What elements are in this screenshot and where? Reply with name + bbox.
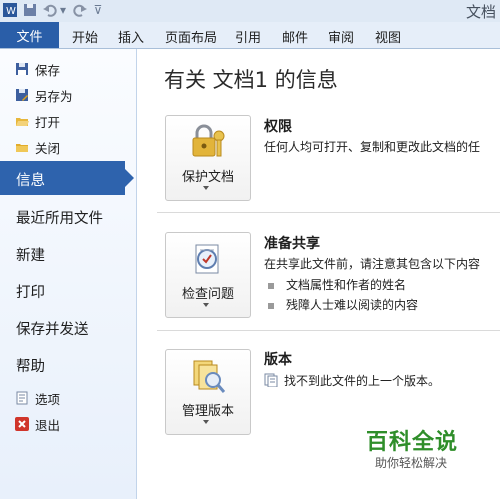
- nav-close[interactable]: 关闭: [14, 137, 60, 157]
- word-app-icon[interactable]: W: [2, 2, 18, 18]
- sharing-title: 准备共享: [264, 236, 320, 252]
- nav-save-label: 保存: [35, 62, 61, 78]
- inspect-document-icon: [188, 241, 228, 279]
- tab-review[interactable]: 审阅: [328, 27, 354, 46]
- nav-close-label: 关闭: [35, 140, 61, 156]
- dropdown-arrow-icon: [203, 420, 209, 424]
- watermark-tagline: 助你轻松解决: [375, 456, 448, 470]
- list-item: 文档属性和作者的姓名: [268, 276, 406, 293]
- tab-home[interactable]: 开始: [72, 27, 98, 46]
- permissions-desc: 任何人均可打开、复制和更改此文档的任: [264, 140, 481, 154]
- svg-text:W: W: [6, 6, 16, 17]
- dropdown-arrow-icon: [203, 186, 209, 190]
- nav-exit[interactable]: 退出: [14, 414, 60, 434]
- nav-info-pointer: [125, 169, 134, 187]
- check-issues-label: 检查问题: [181, 287, 234, 302]
- options-icon: [14, 391, 29, 406]
- lock-key-icon: [188, 124, 228, 162]
- versions-title: 版本: [264, 352, 292, 368]
- tab-references[interactable]: 引用: [235, 27, 261, 46]
- nav-options-label: 选项: [35, 391, 61, 407]
- undo-icon[interactable]: [42, 2, 58, 18]
- protect-document-label: 保护文档: [181, 170, 234, 185]
- redo-icon[interactable]: [72, 2, 88, 18]
- open-folder-icon: [14, 114, 29, 129]
- nav-save[interactable]: 保存: [14, 59, 60, 79]
- page-title: 有关 文档1 的信息: [164, 68, 338, 92]
- manage-versions-button[interactable]: 管理版本: [165, 349, 251, 435]
- window-title: 文档: [465, 3, 496, 21]
- versions-row: 找不到此文件的上一个版本。: [264, 372, 440, 389]
- section-divider: [157, 212, 500, 213]
- nav-recent[interactable]: 最近所用文件: [16, 207, 103, 228]
- tab-file[interactable]: 文件: [0, 22, 59, 48]
- title-bar: W ▾ ⊽ 文档: [0, 0, 500, 23]
- document-version-icon: [264, 373, 278, 388]
- dropdown-arrow-icon: [203, 303, 209, 307]
- undo-dropdown-icon[interactable]: ▾: [58, 2, 68, 18]
- customize-icon[interactable]: ⊽: [92, 2, 104, 18]
- list-item: 残障人士难以阅读的内容: [268, 296, 418, 313]
- nav-exit-label: 退出: [35, 417, 61, 433]
- check-issues-button[interactable]: 检查问题: [165, 232, 251, 318]
- nav-info-label: 信息: [16, 173, 45, 189]
- nav-new[interactable]: 新建: [16, 244, 45, 265]
- tab-insert[interactable]: 插入: [118, 27, 144, 46]
- save-icon: [14, 62, 29, 77]
- nav-info[interactable]: 信息: [0, 161, 125, 195]
- exit-icon: [14, 417, 29, 432]
- tab-mailings[interactable]: 邮件: [282, 27, 308, 46]
- section-divider: [157, 330, 500, 331]
- nav-print[interactable]: 打印: [16, 281, 45, 302]
- save-as-icon: [14, 88, 29, 103]
- nav-save-send[interactable]: 保存并发送: [16, 318, 89, 339]
- nav-open[interactable]: 打开: [14, 111, 60, 131]
- tab-view[interactable]: 视图: [375, 27, 401, 46]
- nav-open-label: 打开: [35, 114, 61, 130]
- nav-options[interactable]: 选项: [14, 388, 60, 408]
- nav-help[interactable]: 帮助: [16, 355, 45, 376]
- nav-save-as[interactable]: 另存为: [14, 85, 73, 105]
- tab-page-layout[interactable]: 页面布局: [165, 27, 217, 46]
- bullet-square-icon: [268, 302, 274, 309]
- close-folder-icon: [14, 140, 29, 155]
- bullet-square-icon: [268, 282, 274, 289]
- permissions-title: 权限: [264, 119, 292, 135]
- ribbon-tabs: 开始 插入 页面布局 引用 邮件 审阅 视图: [0, 22, 500, 49]
- sharing-desc: 在共享此文件前，请注意其包含以下内容: [264, 257, 481, 271]
- manage-versions-label: 管理版本: [181, 404, 234, 419]
- versions-desc: 找不到此文件的上一个版本。: [284, 374, 441, 388]
- nav-save-as-label: 另存为: [35, 88, 73, 104]
- save-icon[interactable]: [22, 2, 38, 18]
- versions-icon: [188, 358, 228, 396]
- watermark-logo: 百科全说: [366, 430, 459, 455]
- protect-document-button[interactable]: 保护文档: [165, 115, 251, 201]
